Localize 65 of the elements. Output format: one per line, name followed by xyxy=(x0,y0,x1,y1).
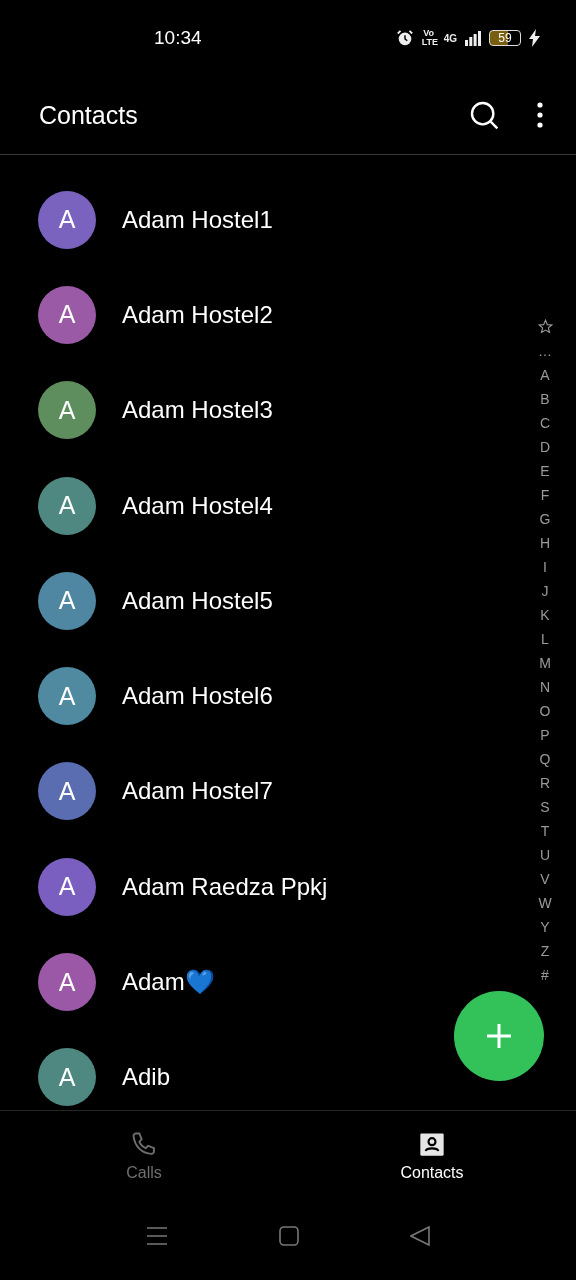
index-letter[interactable]: W xyxy=(538,891,552,915)
index-letter[interactable]: O xyxy=(539,699,551,723)
contact-name[interactable]: Adam Hostel2 xyxy=(122,300,273,329)
contact-name[interactable]: Adam Raedza Ppkj xyxy=(122,872,328,901)
index-letter[interactable]: U xyxy=(539,843,551,867)
contact-avatar: A xyxy=(38,762,96,821)
index-letter[interactable]: D xyxy=(539,435,551,459)
index-letter[interactable]: I xyxy=(543,555,547,579)
index-letter[interactable]: Q xyxy=(539,747,551,771)
star-icon[interactable] xyxy=(537,319,553,334)
charging-icon xyxy=(529,29,540,47)
index-letter[interactable]: # xyxy=(541,963,549,987)
battery-level: 59 xyxy=(489,30,521,46)
search-icon[interactable] xyxy=(468,99,500,131)
contact-name[interactable]: Adam Hostel4 xyxy=(122,491,273,520)
phone-icon xyxy=(130,1130,158,1158)
index-letter[interactable]: H xyxy=(539,531,551,555)
contact-name[interactable]: Adam Hostel5 xyxy=(122,586,273,615)
index-letter[interactable]: T xyxy=(540,819,550,843)
network-label: 4G xyxy=(443,32,457,44)
contact-name[interactable]: Adam Hostel6 xyxy=(122,682,273,711)
index-letter[interactable]: Y xyxy=(540,915,550,939)
index-letter[interactable]: G xyxy=(539,507,551,531)
contact-avatar: A xyxy=(38,571,96,630)
index-letter[interactable]: A xyxy=(540,363,550,387)
index-letter[interactable]: P xyxy=(540,723,550,747)
contact-avatar: A xyxy=(38,190,96,249)
contact-avatar: A xyxy=(38,667,96,726)
contact-avatar: A xyxy=(38,285,96,344)
index-letter[interactable]: K xyxy=(540,603,550,627)
index-letter[interactable]: N xyxy=(539,675,551,699)
contact-avatar: A xyxy=(38,953,96,1011)
nav-tab[interactable]: Calls xyxy=(0,1111,288,1201)
volte-label: Vo LTE xyxy=(421,29,436,47)
plus-icon xyxy=(485,1022,513,1050)
alarm-icon xyxy=(395,29,414,47)
index-letter[interactable]: B xyxy=(540,387,550,411)
index-letter[interactable]: Z xyxy=(540,939,550,963)
contact-name[interactable]: Adib xyxy=(122,1063,171,1092)
index-letter[interactable]: … xyxy=(538,339,552,363)
page-title: Contacts xyxy=(39,100,138,130)
index-letter[interactable]: S xyxy=(540,795,550,819)
index-letter[interactable]: C xyxy=(539,411,551,435)
home-icon[interactable] xyxy=(279,1225,299,1246)
index-letter[interactable]: V xyxy=(540,867,550,891)
index-letter[interactable]: R xyxy=(539,771,551,795)
contact-name[interactable]: Adam💙 xyxy=(122,968,215,996)
index-letter[interactable]: M xyxy=(539,651,551,675)
index-letter[interactable]: E xyxy=(540,459,550,483)
contact-name[interactable]: Adam Hostel1 xyxy=(122,205,273,234)
index-letter[interactable]: L xyxy=(541,627,549,651)
contact-avatar: A xyxy=(38,381,96,440)
index-letter[interactable]: J xyxy=(541,579,549,603)
contact-avatar: A xyxy=(38,857,96,916)
menu-icon[interactable] xyxy=(145,1225,168,1246)
contact-avatar: A xyxy=(38,476,96,535)
signal-icon xyxy=(465,30,481,46)
more-options-icon[interactable] xyxy=(537,102,543,128)
contact-name[interactable]: Adam Hostel3 xyxy=(122,396,273,425)
contact-avatar: A xyxy=(38,1048,96,1107)
status-time: 10:34 xyxy=(154,27,202,49)
nav-tab[interactable]: Contacts xyxy=(288,1111,576,1201)
contact-name[interactable]: Adam Hostel7 xyxy=(122,777,273,806)
back-icon[interactable] xyxy=(410,1225,431,1246)
index-letter[interactable]: F xyxy=(540,483,550,507)
